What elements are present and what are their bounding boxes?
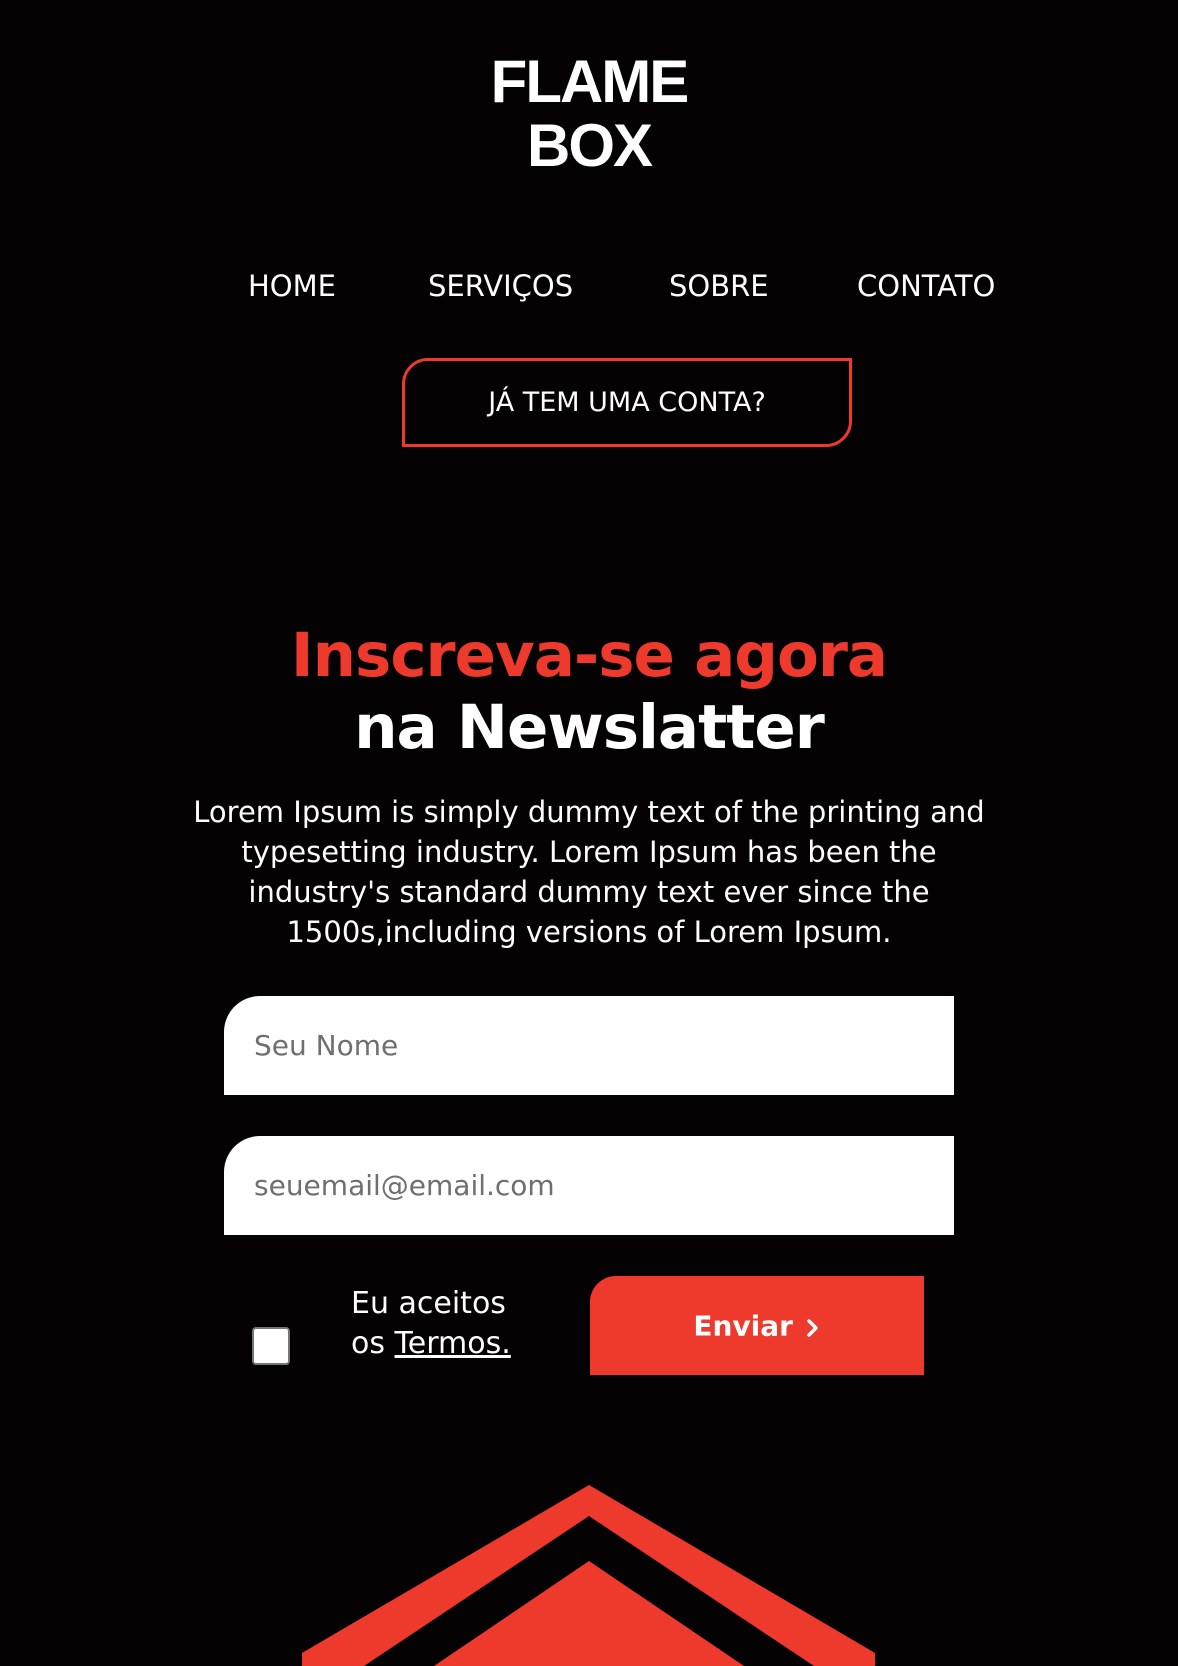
nav-item-contato[interactable]: CONTATO (857, 266, 995, 306)
brand-logo-line1: FLAME (490, 48, 690, 115)
main-nav: HOME SERVIÇOS SOBRE CONTATO (0, 266, 1178, 306)
terms-link[interactable]: Termos. (395, 1326, 511, 1361)
email-input[interactable] (224, 1136, 954, 1235)
account-login-button[interactable]: JÁ TEM UMA CONTA? (402, 358, 852, 447)
terms-checkbox[interactable] (252, 1327, 290, 1365)
newsletter-description: Lorem Ipsum is simply dummy text of the … (193, 795, 985, 949)
submit-button[interactable]: Enviar (590, 1276, 924, 1375)
terms-label-line2: os Termos. (351, 1324, 511, 1364)
nav-item-servicos[interactable]: SERVIÇOS (428, 266, 573, 306)
submit-button-label: Enviar (693, 1309, 793, 1343)
newsletter-title-accent: Inscreva-se agora (290, 620, 888, 691)
terms-label-line1: Eu aceitos (351, 1286, 506, 1321)
newsletter-title-rest: na Newslatter (354, 692, 825, 763)
brand-logo-line2: BOX (526, 112, 653, 179)
name-input[interactable] (224, 996, 954, 1095)
brand-logo[interactable]: FLAME BOX (0, 50, 1178, 178)
nav-item-home[interactable]: HOME (248, 266, 336, 306)
chevron-right-icon (803, 1310, 821, 1343)
terms-label: Eu aceitos os Termos. (351, 1284, 511, 1364)
newsletter-title: Inscreva-se agora na Newslatter (0, 620, 1178, 764)
terms-label-prefix: os (351, 1326, 385, 1361)
nav-item-sobre[interactable]: SOBRE (669, 266, 769, 306)
flame-emblem-icon (302, 1485, 875, 1666)
